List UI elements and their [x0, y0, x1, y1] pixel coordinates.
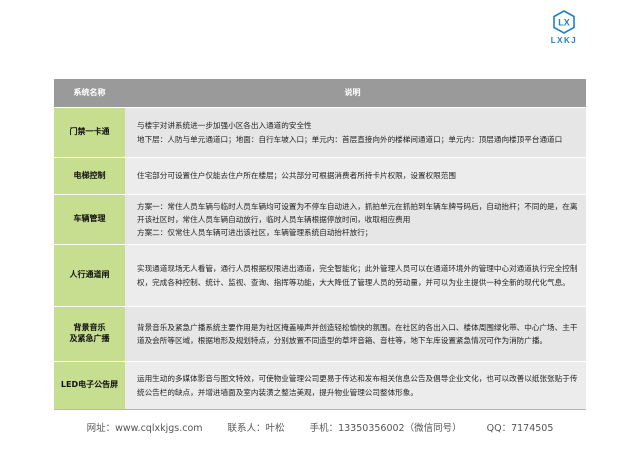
system-name: 电梯控制 [54, 158, 125, 194]
system-name-line: 背景音乐 [73, 323, 106, 333]
description-line: 背景音乐及紧急广播系统主要作用是为社区掩盖噪声并创造轻松愉快的氛围。在社区的各出… [137, 322, 578, 345]
footer-divider [54, 409, 586, 410]
footer-contact: 网址：www.cqlxkjgs.com 联系人：叶松 手机：1335035600… [0, 420, 640, 434]
system-table: 系统名称 说明 门禁一卡通 与楼宇对讲系统进一步加强小区各出入通道的安全性 地下… [54, 79, 586, 410]
system-description: 背景音乐及紧急广播系统主要作用是为社区掩盖噪声并创造轻松愉快的氛围。在社区的各出… [125, 307, 586, 361]
footer-qq: QQ：7174505 [486, 423, 554, 434]
description-line: 住宅部分可设置住户仅能去住户所在楼层；公共部分可根据消费者所持卡片权限，设置权限… [137, 171, 456, 181]
footer-phone: 手机：13350356002（微信同号） [309, 423, 462, 434]
system-description: 方案一：常住人员车辆与临时人员车辆均可设置为不停车自动进入，抓拍单元在抓拍到车辆… [125, 195, 586, 244]
system-description: 实现通道现场无人看管，通行人员根据权限进出通道，完全智能化；此外管理人员可以在通… [125, 245, 586, 306]
logo-wordmark: LXKJ [550, 36, 578, 45]
header-description: 说明 [125, 79, 586, 107]
description-line: 方案二：仅常住人员车辆可进出该社区，车辆管理系统自动抬杆放行； [137, 228, 373, 238]
table-row: 车辆管理 方案一：常住人员车辆与临时人员车辆均可设置为不停车自动进入，抓拍单元在… [54, 195, 586, 245]
description-line: 地下层：人防与单元通道口；地面：自行车坡入口；单元内：首层直接向外的楼梯间通道口… [137, 134, 563, 144]
logo-emblem-icon: LX [553, 10, 575, 34]
system-name: 人行通道闸 [54, 245, 125, 306]
system-name: 背景音乐 及紧急广播 [54, 307, 125, 361]
system-name: 门禁一卡通 [54, 108, 125, 157]
system-name: LED电子公告屏 [54, 362, 125, 409]
system-name-line: 及紧急广播 [69, 334, 110, 343]
footer-contact-person: 联系人：叶松 [227, 423, 285, 434]
table-row: 背景音乐 及紧急广播 背景音乐及紧急广播系统主要作用是为社区掩盖噪声并创造轻松愉… [54, 307, 586, 362]
description-line: 与楼宇对讲系统进一步加强小区各出入通道的安全性 [137, 121, 312, 131]
logo-mark-text: LX [558, 18, 570, 28]
system-description: 运用生动的多媒体影音与图文特效，可使物业管理公司更易于传达和发布相关信息公告及倡… [125, 362, 586, 409]
description-line: 实现通道现场无人看管，通行人员根据权限进出通道，完全智能化；此外管理人员可以在通… [137, 264, 578, 287]
header-system-name: 系统名称 [54, 79, 125, 107]
company-logo: LX LXKJ [542, 10, 586, 56]
table-row: 电梯控制 住宅部分可设置住户仅能去住户所在楼层；公共部分可根据消费者所持卡片权限… [54, 158, 586, 195]
footer-website[interactable]: 网址：www.cqlxkjgs.com [87, 423, 203, 434]
table-row: 人行通道闸 实现通道现场无人看管，通行人员根据权限进出通道，完全智能化；此外管理… [54, 245, 586, 307]
description-line: 方案一：常住人员车辆与临时人员车辆均可设置为不停车自动进入，抓拍单元在抓拍到车辆… [137, 201, 578, 224]
system-description: 住宅部分可设置住户仅能去住户所在楼层；公共部分可根据消费者所持卡片权限，设置权限… [125, 158, 586, 194]
system-description: 与楼宇对讲系统进一步加强小区各出入通道的安全性 地下层：人防与单元通道口；地面：… [125, 108, 586, 157]
table-header-row: 系统名称 说明 [54, 79, 586, 108]
table-row: LED电子公告屏 运用生动的多媒体影音与图文特效，可使物业管理公司更易于传达和发… [54, 362, 586, 410]
system-name: 车辆管理 [54, 195, 125, 244]
description-line: 运用生动的多媒体影音与图文特效，可使物业管理公司更易于传达和发布相关信息公告及倡… [137, 374, 578, 397]
table-row: 门禁一卡通 与楼宇对讲系统进一步加强小区各出入通道的安全性 地下层：人防与单元通… [54, 108, 586, 158]
